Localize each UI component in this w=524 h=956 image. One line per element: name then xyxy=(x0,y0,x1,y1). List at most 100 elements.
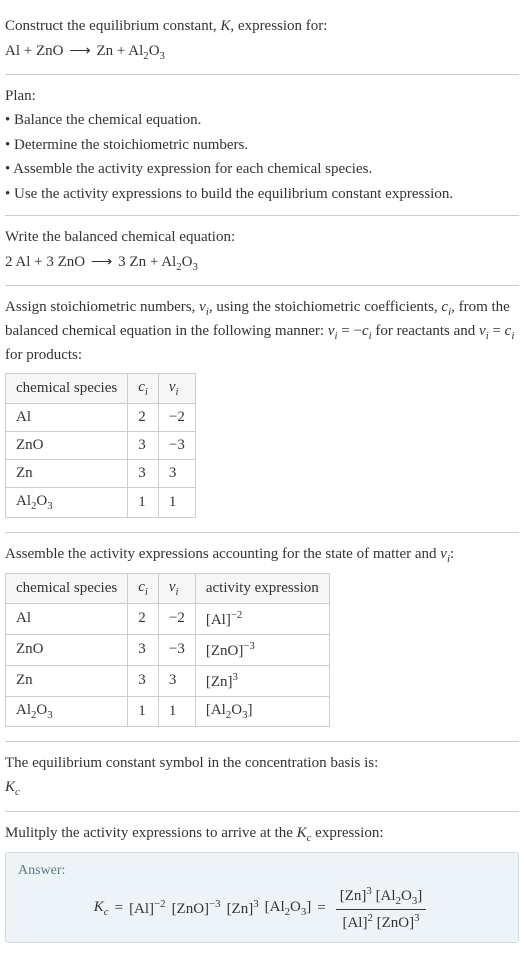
plan-bullet: • Assemble the activity expression for e… xyxy=(5,158,519,181)
cell-nui: 1 xyxy=(158,487,195,517)
cell-activity: [ZnO]−3 xyxy=(195,634,329,665)
table-row: Zn 3 3 [Zn]3 xyxy=(6,665,330,696)
stoichiometry-table: chemical species ci νi Al 2 −2 ZnO 3 −3 … xyxy=(5,373,196,518)
var-nu: ν xyxy=(169,379,176,395)
rhs-part: 3 Zn + Al xyxy=(118,254,176,270)
cell-nui: 3 xyxy=(158,665,195,696)
var-c: c xyxy=(138,579,145,595)
var-nu: ν xyxy=(440,546,447,562)
cell-nui: 1 xyxy=(158,696,195,726)
base: [Zn] xyxy=(206,674,233,690)
cell-species: Al xyxy=(6,403,128,431)
text: Assemble the activity expressions accoun… xyxy=(5,546,440,562)
exponent: 3 xyxy=(366,885,371,897)
cell-nui: 3 xyxy=(158,459,195,487)
exponent: 2 xyxy=(367,912,372,924)
denominator: [Al]2 [ZnO]3 xyxy=(336,910,426,932)
text: Assign stoichiometric numbers, xyxy=(5,299,199,315)
activity-table: chemical species ci νi activity expressi… xyxy=(5,573,330,727)
text: Al xyxy=(16,702,31,718)
exponent: 3 xyxy=(414,912,419,924)
arrow-icon: ⟶ xyxy=(89,251,115,274)
exponent: −2 xyxy=(231,609,243,621)
subscript: 3 xyxy=(192,261,197,273)
base: [ZnO] xyxy=(172,901,210,917)
table-header-row: chemical species ci νi activity expressi… xyxy=(6,573,330,603)
prompt-line-1: Construct the equilibrium constant, K, e… xyxy=(5,15,519,38)
assemble-text: Assemble the activity expressions accoun… xyxy=(5,543,519,567)
sub-i: i xyxy=(511,330,514,342)
base: [ZnO] xyxy=(377,915,415,931)
text: , using the stoichiometric coefficients, xyxy=(209,299,442,315)
base: [Zn] xyxy=(340,888,367,904)
col-nui: νi xyxy=(158,573,195,603)
table-row: Al 2 −2 xyxy=(6,403,196,431)
table-header-row: chemical species ci νi xyxy=(6,373,196,403)
col-species: chemical species xyxy=(6,573,128,603)
plan-bullet: • Balance the chemical equation. xyxy=(5,109,519,132)
var-K: K xyxy=(5,779,15,795)
sub-i: i xyxy=(176,386,179,398)
cell-species: ZnO xyxy=(6,431,128,459)
cell-ci: 1 xyxy=(128,487,159,517)
term: [Zn]3 xyxy=(227,898,259,918)
text: for products: xyxy=(5,347,82,363)
exponent: 3 xyxy=(233,671,238,683)
cell-species: Zn xyxy=(6,459,128,487)
answer-equation: Kc = [Al]−2 [ZnO]−3 [Zn]3 [Al2O3] = [Zn]… xyxy=(18,885,506,932)
cell-ci: 3 xyxy=(128,459,159,487)
var-nu: ν xyxy=(169,579,176,595)
text: [Al xyxy=(265,899,285,915)
base: [Al] xyxy=(206,612,231,628)
rhs-part: O xyxy=(182,254,193,270)
term: [Al2O3] xyxy=(265,899,312,918)
term: [ZnO]−3 xyxy=(172,898,221,918)
table-row: Zn 3 3 xyxy=(6,459,196,487)
balanced-equation: 2 Al + 3 ZnO ⟶ 3 Zn + Al2O3 xyxy=(5,251,519,275)
term: [Al]−2 xyxy=(129,898,166,918)
exponent: −3 xyxy=(209,898,221,910)
text: = − xyxy=(337,323,361,339)
text: O xyxy=(36,702,47,718)
sub-c: c xyxy=(104,906,109,918)
sub-i: i xyxy=(145,386,148,398)
text: expression: xyxy=(311,825,383,841)
text: = xyxy=(489,323,505,339)
cell-ci: 2 xyxy=(128,603,159,634)
cell-nui: −2 xyxy=(158,603,195,634)
rhs-part: O xyxy=(149,43,160,59)
arrow-icon: ⟶ xyxy=(67,40,93,63)
cell-species: ZnO xyxy=(6,634,128,665)
fraction: [Zn]3 [Al2O3] [Al]2 [ZnO]3 xyxy=(336,885,426,932)
text: ] xyxy=(306,899,311,915)
cell-nui: −2 xyxy=(158,403,195,431)
multiply-section: Mulitply the activity expressions to arr… xyxy=(5,812,519,951)
rhs-part: Zn + Al xyxy=(96,43,143,59)
text: Mulitply the activity expressions to arr… xyxy=(5,825,297,841)
col-nui: νi xyxy=(158,373,195,403)
assemble-section: Assemble the activity expressions accoun… xyxy=(5,533,519,741)
base: [Zn] xyxy=(227,901,254,917)
sub-i: i xyxy=(145,586,148,598)
prompt-header: Construct the equilibrium constant, K, e… xyxy=(5,5,519,74)
var-K: K xyxy=(94,899,104,915)
cell-ci: 1 xyxy=(128,696,159,726)
kc-lhs: Kc xyxy=(94,899,109,918)
cell-species: Zn xyxy=(6,665,128,696)
cell-nui: −3 xyxy=(158,431,195,459)
plan-section: Plan: • Balance the chemical equation. •… xyxy=(5,75,519,216)
text: ] xyxy=(417,888,422,904)
text: ] xyxy=(248,702,253,718)
subscript: 3 xyxy=(47,500,52,512)
var-nu: ν xyxy=(199,299,206,315)
plan-title: Plan: xyxy=(5,85,519,108)
assign-text: Assign stoichiometric numbers, ν i , using… xyxy=(5,296,519,367)
lhs: 2 Al + 3 ZnO xyxy=(5,254,85,270)
base: [Al] xyxy=(129,901,154,917)
subscript: 3 xyxy=(160,50,165,62)
cell-nui: −3 xyxy=(158,634,195,665)
col-ci: ci xyxy=(128,373,159,403)
plan-bullet: • Determine the stoichiometric numbers. xyxy=(5,134,519,157)
text: Al xyxy=(16,493,31,509)
var-c: c xyxy=(362,323,369,339)
